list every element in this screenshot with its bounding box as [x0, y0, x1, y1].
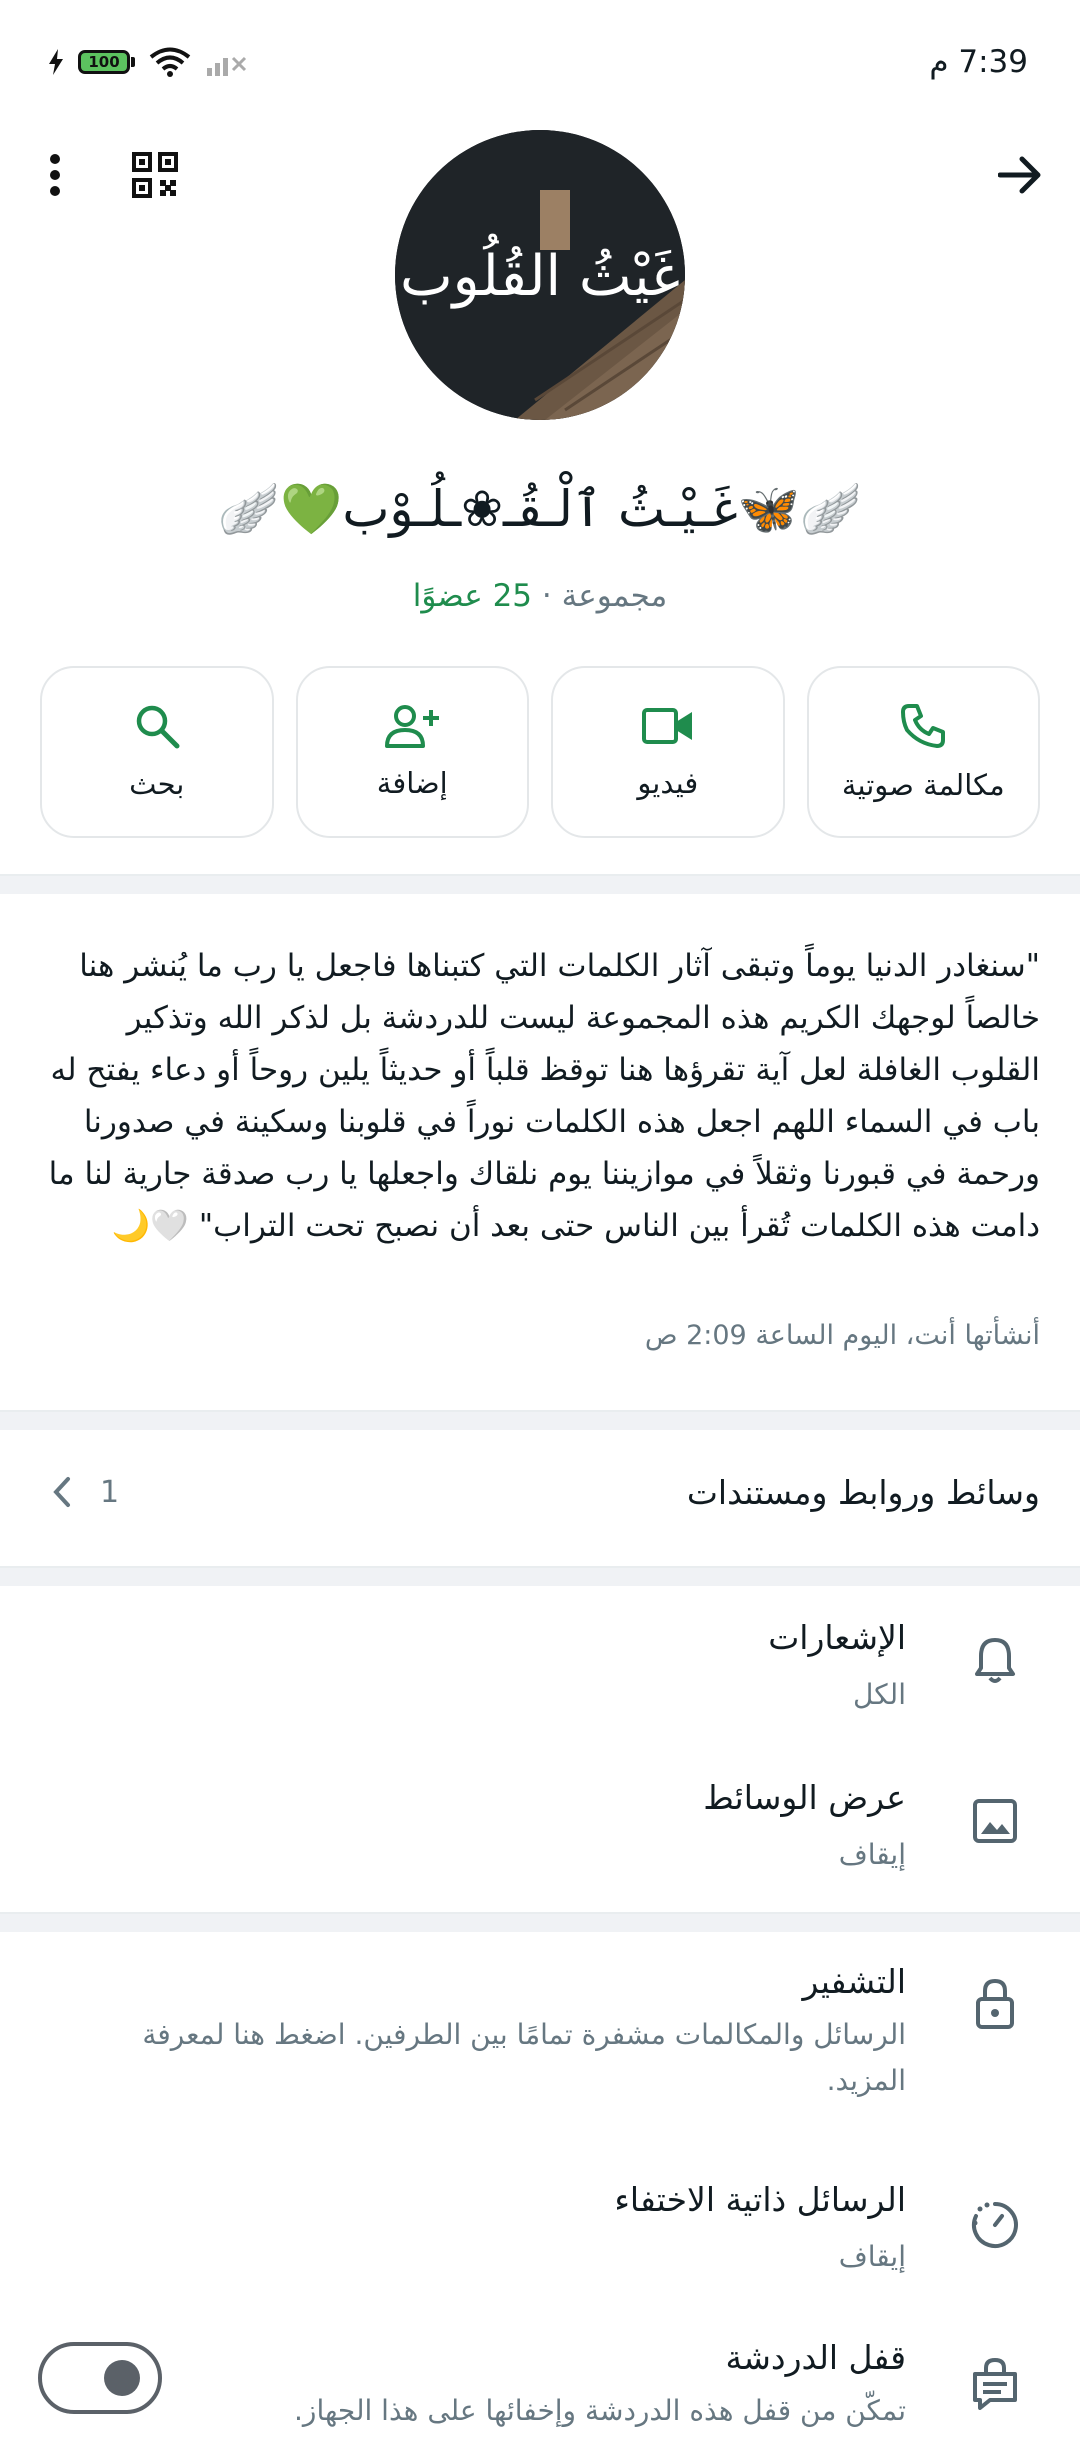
- overflow-menu-button[interactable]: [20, 140, 90, 210]
- image-icon: [960, 1786, 1030, 1856]
- voice-call-button[interactable]: مكالمة صوتية: [806, 666, 1040, 838]
- chat-lock-icon: [960, 2348, 1030, 2418]
- add-participant-label: إضافة: [376, 766, 448, 800]
- qr-code-button[interactable]: [120, 140, 190, 210]
- chevron-left-icon: [53, 1477, 70, 1507]
- add-participant-button[interactable]: إضافة: [295, 666, 529, 838]
- encryption-title: التشفير: [802, 1962, 906, 2001]
- notifications-title: الإشعارات: [768, 1618, 906, 1657]
- section-divider: [0, 1566, 1080, 1586]
- charging-icon: [49, 49, 63, 75]
- status-bar: 7:39 م 100: [0, 0, 1080, 130]
- chat-lock-toggle[interactable]: [38, 2342, 162, 2414]
- member-count: 25 عضوًا: [412, 578, 533, 614]
- group-type: مجموعة ·: [541, 578, 668, 614]
- status-icons: 100: [48, 46, 247, 78]
- notifications-setting[interactable]: الإشعارات الكل: [0, 1596, 1080, 1736]
- media-visibility-setting[interactable]: عرض الوسائط إيقاف: [0, 1756, 1080, 1896]
- avatar-image: غَيْثُ القُلُوب: [395, 130, 685, 420]
- video-call-label: فيديو: [637, 766, 699, 800]
- disappearing-messages-value: إيقاف: [838, 2240, 906, 2273]
- media-links-docs-row[interactable]: وسائط وروابط ومستندات 1: [0, 1445, 1080, 1555]
- action-buttons: مكالمة صوتية فيديو إضافة بحث: [40, 666, 1040, 838]
- voice-call-label: مكالمة صوتية: [841, 768, 1005, 802]
- group-avatar[interactable]: غَيْثُ القُلُوب: [395, 130, 685, 420]
- search-label: بحث: [129, 767, 185, 801]
- encryption-setting[interactable]: التشفير الرسائل والمكالمات مشفرة تمامًا …: [0, 1948, 1080, 2128]
- status-time: 7:39 م: [929, 44, 1028, 80]
- media-links-docs-title: وسائط وروابط ومستندات: [686, 1473, 1040, 1512]
- search-icon: [136, 705, 180, 749]
- media-visibility-value: إيقاف: [838, 1838, 906, 1871]
- section-divider: [0, 1410, 1080, 1430]
- avatar-text: غَيْثُ القُلُوب: [400, 234, 680, 309]
- group-name[interactable]: 🪽🦋غَـيْـثُ ٱلْـقُـ❀ـلُـوْب💚🪽: [0, 480, 1080, 539]
- media-count: 1: [100, 1475, 120, 1510]
- notifications-value: الكل: [853, 1678, 906, 1711]
- chat-lock-description: تمكّن من قفل هذه الدردشة وإخفائها على هذ…: [294, 2394, 906, 2427]
- media-visibility-title: عرض الوسائط: [703, 1778, 906, 1817]
- more-vertical-icon: [50, 154, 60, 196]
- chat-lock-title: قفل الدردشة: [725, 2338, 906, 2377]
- chat-lock-setting[interactable]: قفل الدردشة تمكّن من قفل هذه الدردشة وإخ…: [0, 2318, 1080, 2460]
- arrow-right-icon: [998, 156, 1041, 194]
- phone-icon: [901, 704, 946, 748]
- back-button[interactable]: [985, 140, 1055, 210]
- video-icon: [641, 708, 692, 744]
- disappearing-messages-title: الرسائل ذاتية الاختفاء: [614, 2180, 906, 2219]
- encryption-description: الرسائل والمكالمات مشفرة تمامًا بين الطر…: [142, 2018, 906, 2097]
- toggle-knob: [104, 2360, 140, 2396]
- group-meta[interactable]: مجموعة · 25 عضوًا: [0, 578, 1080, 614]
- wifi-icon: [149, 47, 191, 77]
- battery-icon: 100: [78, 50, 135, 74]
- video-call-button[interactable]: فيديو: [551, 666, 785, 838]
- search-button[interactable]: بحث: [40, 666, 274, 838]
- section-divider: [0, 874, 1080, 894]
- section-divider: [0, 1912, 1080, 1932]
- signal-icon: [207, 56, 247, 76]
- battery-level: 100: [78, 50, 130, 74]
- group-description[interactable]: "سنغادر الدنيا يوماً وتبقى آثار الكلمات …: [48, 940, 1040, 1252]
- timer-icon: [960, 2190, 1030, 2260]
- lock-icon: [960, 1968, 1030, 2038]
- created-info: أنشأتها أنت، اليوم الساعة 2:09 ص: [644, 1320, 1040, 1351]
- qr-code-icon: [132, 152, 178, 198]
- add-person-icon: [385, 705, 440, 748]
- bell-icon: [960, 1626, 1030, 1696]
- disappearing-messages-setting[interactable]: الرسائل ذاتية الاختفاء إيقاف: [0, 2160, 1080, 2300]
